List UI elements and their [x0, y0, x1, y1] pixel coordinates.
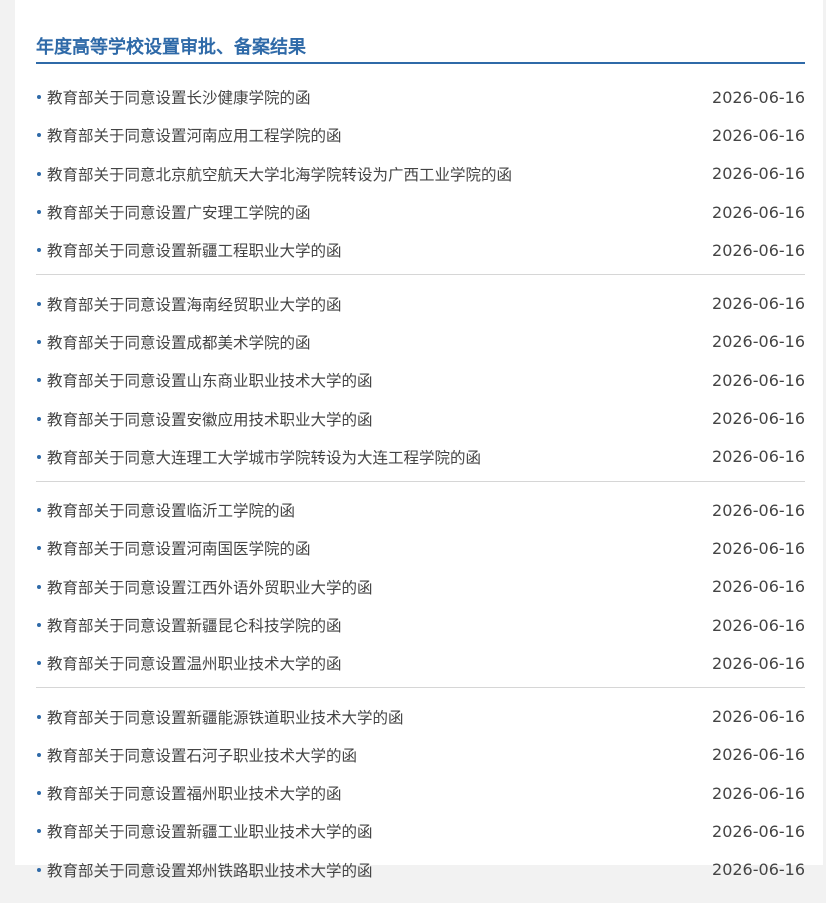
- list-item[interactable]: 教育部关于同意设置新疆工程职业大学的函 2026-06-16: [36, 231, 805, 269]
- list-item-date: 2026-06-16: [712, 202, 805, 222]
- bullet-dot-icon: [37, 171, 41, 176]
- bullet-dot-icon: [37, 508, 41, 513]
- list-item-link[interactable]: 教育部关于同意设置河南国医学院的函: [47, 537, 311, 559]
- list-item-date: 2026-06-16: [712, 332, 805, 352]
- list-item-link[interactable]: 教育部关于同意设置广安理工学院的函: [47, 201, 311, 223]
- list-item-date: 2026-06-16: [712, 783, 805, 803]
- list-item-link[interactable]: 教育部关于同意设置临沂工学院的函: [47, 499, 295, 521]
- list-item-date: 2026-06-16: [712, 409, 805, 429]
- list-group: 教育部关于同意设置新疆能源铁道职业技术大学的函 2026-06-16 教育部关于…: [36, 697, 805, 893]
- list-item-link[interactable]: 教育部关于同意设置成都美术学院的函: [47, 331, 311, 353]
- list-item-link[interactable]: 教育部关于同意设置福州职业技术大学的函: [47, 782, 342, 804]
- bullet-dot-icon: [37, 454, 41, 459]
- list-item-date: 2026-06-16: [712, 87, 805, 107]
- list-item[interactable]: 教育部关于同意设置河南应用工程学院的函 2026-06-16: [36, 116, 805, 154]
- list-item-link[interactable]: 教育部关于同意设置新疆能源铁道职业技术大学的函: [47, 706, 404, 728]
- list-item[interactable]: 教育部关于同意北京航空航天大学北海学院转设为广西工业学院的函 2026-06-1…: [36, 155, 805, 193]
- bullet-dot-icon: [37, 584, 41, 589]
- list-item-date: 2026-06-16: [712, 615, 805, 635]
- list-item-date: 2026-06-16: [712, 707, 805, 727]
- list-item[interactable]: 教育部关于同意设置温州职业技术大学的函 2026-06-16: [36, 644, 805, 682]
- list-item[interactable]: 教育部关于同意设置新疆工业职业技术大学的函 2026-06-16: [36, 812, 805, 850]
- list-item-date: 2026-06-16: [712, 500, 805, 520]
- list-item-link[interactable]: 教育部关于同意设置郑州铁路职业技术大学的函: [47, 859, 373, 881]
- bullet-dot-icon: [37, 301, 41, 306]
- list-item-link[interactable]: 教育部关于同意设置石河子职业技术大学的函: [47, 744, 357, 766]
- list-item[interactable]: 教育部关于同意设置河南国医学院的函 2026-06-16: [36, 529, 805, 567]
- bullet-dot-icon: [37, 210, 41, 215]
- list-item-link[interactable]: 教育部关于同意设置海南经贸职业大学的函: [47, 293, 342, 315]
- list-item[interactable]: 教育部关于同意设置长沙健康学院的函 2026-06-16: [36, 78, 805, 116]
- content-panel: 年度高等学校设置审批、备案结果 教育部关于同意设置长沙健康学院的函 2026-0…: [15, 0, 823, 880]
- bullet-dot-icon: [37, 791, 41, 796]
- list-item-link[interactable]: 教育部关于同意设置长沙健康学院的函: [47, 86, 311, 108]
- bullet-dot-icon: [37, 378, 41, 383]
- list-item-link[interactable]: 教育部关于同意设置新疆工业职业技术大学的函: [47, 820, 373, 842]
- list-group: 教育部关于同意设置海南经贸职业大学的函 2026-06-16 教育部关于同意设置…: [36, 284, 805, 482]
- bullet-dot-icon: [37, 133, 41, 138]
- list-item-date: 2026-06-16: [712, 125, 805, 145]
- bullet-dot-icon: [37, 546, 41, 551]
- list-item-link[interactable]: 教育部关于同意设置安徽应用技术职业大学的函: [47, 408, 373, 430]
- list-item[interactable]: 教育部关于同意设置成都美术学院的函 2026-06-16: [36, 323, 805, 361]
- list-item-link[interactable]: 教育部关于同意设置新疆工程职业大学的函: [47, 239, 342, 261]
- bullet-dot-icon: [37, 752, 41, 757]
- section-header: 年度高等学校设置审批、备案结果: [36, 36, 805, 64]
- list-item-date: 2026-06-16: [712, 240, 805, 260]
- list-item-link[interactable]: 教育部关于同意设置温州职业技术大学的函: [47, 652, 342, 674]
- list-item-date: 2026-06-16: [712, 653, 805, 673]
- list-group: 教育部关于同意设置临沂工学院的函 2026-06-16 教育部关于同意设置河南国…: [36, 491, 805, 689]
- list-item-date: 2026-06-16: [712, 538, 805, 558]
- list-item[interactable]: 教育部关于同意设置临沂工学院的函 2026-06-16: [36, 491, 805, 529]
- bullet-dot-icon: [37, 867, 41, 872]
- list-item[interactable]: 教育部关于同意设置安徽应用技术职业大学的函 2026-06-16: [36, 399, 805, 437]
- list-item-date: 2026-06-16: [712, 860, 805, 880]
- list-item-link[interactable]: 教育部关于同意设置江西外语外贸职业大学的函: [47, 576, 373, 598]
- list-item-date: 2026-06-16: [712, 577, 805, 597]
- bullet-dot-icon: [37, 661, 41, 666]
- list-item-date: 2026-06-16: [712, 447, 805, 467]
- list-item[interactable]: 教育部关于同意设置新疆昆仑科技学院的函 2026-06-16: [36, 606, 805, 644]
- list-item[interactable]: 教育部关于同意设置江西外语外贸职业大学的函 2026-06-16: [36, 568, 805, 606]
- list-item-link[interactable]: 教育部关于同意设置山东商业职业技术大学的函: [47, 369, 373, 391]
- list-item-date: 2026-06-16: [712, 745, 805, 765]
- bullet-dot-icon: [37, 339, 41, 344]
- list-item[interactable]: 教育部关于同意设置新疆能源铁道职业技术大学的函 2026-06-16: [36, 697, 805, 735]
- list-item[interactable]: 教育部关于同意设置石河子职业技术大学的函 2026-06-16: [36, 736, 805, 774]
- list-item[interactable]: 教育部关于同意大连理工大学城市学院转设为大连工程学院的函 2026-06-16: [36, 438, 805, 476]
- document-list: 教育部关于同意设置长沙健康学院的函 2026-06-16 教育部关于同意设置河南…: [36, 78, 805, 903]
- section-title: 年度高等学校设置审批、备案结果: [36, 37, 306, 58]
- list-item-link[interactable]: 教育部关于同意设置河南应用工程学院的函: [47, 124, 342, 146]
- list-item-link[interactable]: 教育部关于同意设置新疆昆仑科技学院的函: [47, 614, 342, 636]
- bullet-dot-icon: [37, 829, 41, 834]
- bullet-dot-icon: [37, 95, 41, 100]
- list-item[interactable]: 教育部关于同意设置郑州铁路职业技术大学的函 2026-06-16: [36, 851, 805, 889]
- bullet-dot-icon: [37, 623, 41, 627]
- list-group: 教育部关于同意设置长沙健康学院的函 2026-06-16 教育部关于同意设置河南…: [36, 78, 805, 276]
- list-item-link[interactable]: 教育部关于同意北京航空航天大学北海学院转设为广西工业学院的函: [47, 163, 512, 185]
- bullet-dot-icon: [37, 714, 41, 719]
- list-item-link[interactable]: 教育部关于同意大连理工大学城市学院转设为大连工程学院的函: [47, 446, 481, 468]
- bullet-dot-icon: [37, 248, 41, 253]
- bullet-dot-icon: [37, 416, 41, 421]
- list-item-date: 2026-06-16: [712, 821, 805, 841]
- list-item-date: 2026-06-16: [712, 164, 805, 184]
- list-item[interactable]: 教育部关于同意设置山东商业职业技术大学的函 2026-06-16: [36, 361, 805, 399]
- list-item-date: 2026-06-16: [712, 370, 805, 390]
- list-item[interactable]: 教育部关于同意设置广安理工学院的函 2026-06-16: [36, 193, 805, 231]
- list-item-date: 2026-06-16: [712, 294, 805, 314]
- list-item[interactable]: 教育部关于同意设置福州职业技术大学的函 2026-06-16: [36, 774, 805, 812]
- list-item[interactable]: 教育部关于同意设置海南经贸职业大学的函 2026-06-16: [36, 284, 805, 322]
